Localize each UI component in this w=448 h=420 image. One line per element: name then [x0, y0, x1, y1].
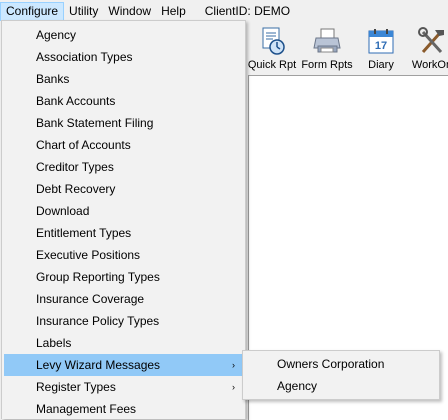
svg-text:17: 17	[375, 40, 387, 52]
diary-button[interactable]: 17 Diary	[354, 25, 408, 73]
form-reports-button[interactable]: Form Rpts	[300, 25, 354, 73]
menu-item-chart-of-accounts[interactable]: Chart of Accounts	[4, 134, 243, 156]
menu-utility[interactable]: Utility	[64, 2, 103, 21]
levy-wizard-submenu: Owners Corporation Agency	[242, 350, 440, 400]
menu-item-association-types[interactable]: Association Types	[4, 46, 243, 68]
quick-report-button[interactable]: Quick Rpt	[245, 25, 299, 73]
quick-report-label: Quick Rpt	[247, 59, 297, 71]
workon-label: WorkOn	[411, 59, 448, 71]
menu-bar: Configure Utility Window Help ClientID: …	[0, 0, 448, 21]
menu-item-insurance-coverage[interactable]: Insurance Coverage	[4, 288, 243, 310]
workon-button[interactable]: WorkOn	[408, 25, 448, 73]
client-id-label: ClientID: DEMO	[204, 3, 291, 18]
submenu-item-agency[interactable]: Agency	[245, 375, 437, 397]
menu-configure[interactable]: Configure	[0, 1, 65, 21]
menu-item-entitlement-types[interactable]: Entitlement Types	[4, 222, 243, 244]
menu-window[interactable]: Window	[103, 2, 156, 21]
submenu-item-owners-corporation[interactable]: Owners Corporation	[245, 353, 437, 375]
menu-item-debt-recovery[interactable]: Debt Recovery	[4, 178, 243, 200]
menu-item-agency[interactable]: Agency	[4, 24, 243, 46]
submenu-arrow-icon: ›	[232, 360, 235, 370]
calendar-icon: 17	[368, 29, 394, 54]
menu-item-bank-accounts[interactable]: Bank Accounts	[4, 90, 243, 112]
menu-item-bank-statement-filing[interactable]: Bank Statement Filing	[4, 112, 243, 134]
menu-item-management-fees[interactable]: Management Fees	[4, 398, 243, 420]
menu-help[interactable]: Help	[156, 2, 191, 21]
menu-item-download[interactable]: Download	[4, 200, 243, 222]
configure-dropdown: Agency Association Types Banks Bank Acco…	[1, 20, 246, 419]
tools-icon	[418, 27, 444, 54]
menu-item-levy-wizard-messages-label: Levy Wizard Messages	[36, 358, 161, 372]
menu-item-register-types-label: Register Types	[36, 380, 116, 394]
menu-item-labels[interactable]: Labels	[4, 332, 243, 354]
printer-icon	[313, 28, 341, 53]
menu-item-levy-wizard-messages[interactable]: Levy Wizard Messages ›	[4, 354, 243, 376]
submenu-arrow-icon: ›	[232, 382, 235, 392]
menu-item-register-types[interactable]: Register Types ›	[4, 376, 243, 398]
menu-item-creditor-types[interactable]: Creditor Types	[4, 156, 243, 178]
menu-item-executive-positions[interactable]: Executive Positions	[4, 244, 243, 266]
form-reports-label: Form Rpts	[301, 59, 353, 71]
menu-item-insurance-policy-types[interactable]: Insurance Policy Types	[4, 310, 243, 332]
menu-item-banks[interactable]: Banks	[4, 68, 243, 90]
menu-item-group-reporting-types[interactable]: Group Reporting Types	[4, 266, 243, 288]
quick-report-icon	[262, 27, 285, 55]
diary-label: Diary	[368, 59, 394, 71]
